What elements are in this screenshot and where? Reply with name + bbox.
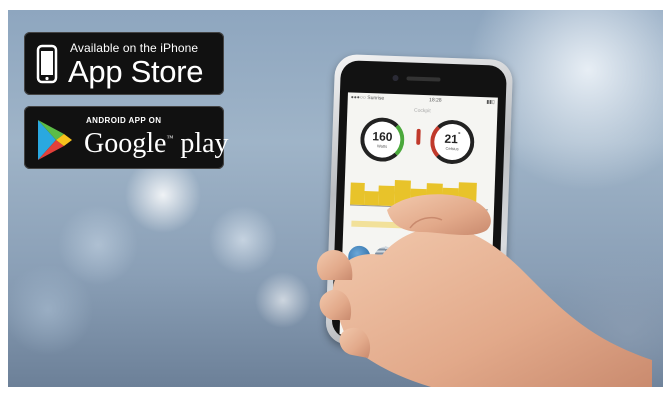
carrier-signal: ●●●○○ Sunrise	[350, 94, 385, 102]
app-store-big-text: App Store	[68, 54, 204, 89]
power-value: 160	[372, 129, 393, 144]
google-play-icon	[38, 120, 72, 160]
hand	[316, 194, 652, 387]
google-play-big-text: Google™ play	[84, 128, 229, 159]
power-unit: Watts	[376, 143, 388, 149]
battery-icon: ▮▮▯	[486, 99, 495, 106]
thermometer-icon	[416, 128, 421, 145]
app-store-small-text: Available on the iPhone	[70, 41, 199, 55]
temperature-unit: Celsius	[445, 145, 459, 152]
temperature-value: 21°	[444, 131, 461, 147]
status-time: 18:28	[428, 97, 442, 104]
status-bar: ●●●○○ Sunrise 18:28 ▮▮▯	[351, 94, 495, 106]
google-play-small-text: ANDROID APP ON	[86, 116, 162, 125]
google-play-badge[interactable]: ANDROID APP ON Google™ play	[24, 106, 229, 169]
power-gauge[interactable]: 160 Watts	[359, 116, 406, 163]
apple-icon	[36, 44, 58, 84]
screen-title: Cockpit	[413, 107, 431, 115]
app-store-badge[interactable]: Available on the iPhone App Store	[24, 32, 224, 95]
background-photo: Available on the iPhone App Store ANDROI…	[8, 10, 663, 387]
temperature-gauge[interactable]: 21° Celsius	[429, 119, 476, 165]
